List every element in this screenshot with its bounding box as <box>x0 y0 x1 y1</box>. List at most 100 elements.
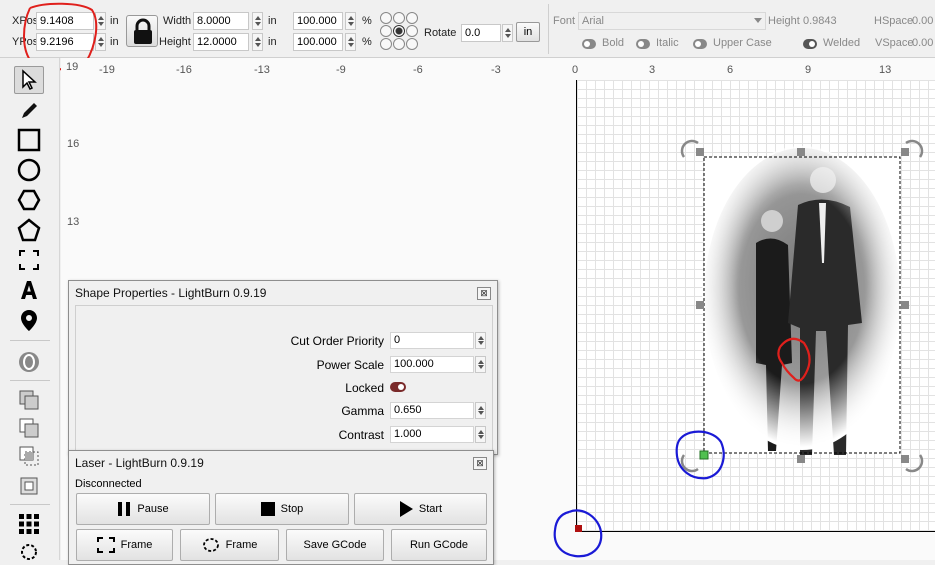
palette-divider <box>10 340 50 341</box>
draw-lines-tool[interactable] <box>14 96 44 124</box>
origin-bottom-right[interactable] <box>406 38 418 50</box>
save-gcode-label: Save GCode <box>303 539 367 551</box>
ruler-x-label: 9 <box>805 64 812 76</box>
locked-toggle[interactable] <box>390 382 406 392</box>
font-label: Font <box>553 15 576 27</box>
bold-label: Bold <box>602 37 625 49</box>
close-icon[interactable]: ⊠ <box>477 287 491 300</box>
ruler-x-label: 6 <box>727 64 734 76</box>
boolean-subtract-tool[interactable] <box>14 414 44 442</box>
scale-width-unit: % <box>362 15 372 27</box>
contrast-spinner[interactable] <box>475 426 486 443</box>
units-in-button[interactable]: in <box>516 22 540 42</box>
frame-circle-button[interactable]: Frame <box>180 529 279 561</box>
origin-middle-right[interactable] <box>406 25 418 37</box>
crop-corners-icon <box>19 250 39 270</box>
origin-top-center[interactable] <box>393 12 405 24</box>
select-tool[interactable] <box>14 66 44 94</box>
height-spinner[interactable] <box>252 33 263 51</box>
gamma-label: Gamma <box>341 404 384 418</box>
subtract-squares-icon <box>19 418 39 438</box>
start-button[interactable]: Start <box>354 493 487 525</box>
text-a-icon <box>21 281 37 299</box>
scale-height-unit: % <box>362 36 372 48</box>
height-label: Height <box>159 36 191 48</box>
play-icon <box>399 501 413 517</box>
italic-toggle[interactable] <box>636 39 650 49</box>
ruler-x-label: -6 <box>413 64 423 76</box>
frame-square-icon <box>96 537 115 553</box>
rotate-spinner[interactable] <box>502 24 513 42</box>
cut-order-priority-input[interactable]: 0 <box>390 332 474 349</box>
ruler-y-label: 16 <box>67 138 80 150</box>
map-pin-icon <box>21 310 37 331</box>
chevron-down-icon <box>754 18 762 23</box>
origin-top-left[interactable] <box>380 12 392 24</box>
gamma-spinner[interactable] <box>475 402 486 419</box>
font-select[interactable]: Arial <box>578 12 766 30</box>
ellipse-tool[interactable] <box>14 156 44 184</box>
welded-toggle[interactable] <box>803 39 817 49</box>
stop-button[interactable]: Stop <box>215 493 349 525</box>
gamma-input[interactable]: 0.650 <box>390 402 474 419</box>
upper-case-toggle[interactable] <box>693 39 707 49</box>
palette-divider <box>10 380 50 381</box>
scale-width-spinner[interactable] <box>345 12 356 30</box>
origin-bottom-left[interactable] <box>380 38 392 50</box>
scale-width-input[interactable]: 100.000 <box>293 12 343 30</box>
rotate-label: Rotate <box>424 27 457 39</box>
position-marker-tool[interactable] <box>14 306 44 334</box>
origin-center[interactable] <box>393 25 405 37</box>
frame-circle-label: Frame <box>225 539 258 551</box>
origin-middle-left[interactable] <box>380 25 392 37</box>
contrast-input[interactable]: 1.000 <box>390 426 474 443</box>
width-spinner[interactable] <box>252 12 263 30</box>
origin-selector[interactable] <box>380 12 420 52</box>
scale-height-input[interactable]: 100.000 <box>293 33 343 51</box>
vspace-value[interactable]: 0.00 <box>912 37 933 49</box>
position-laser-tool[interactable] <box>14 246 44 274</box>
xpos-unit: in <box>110 15 119 27</box>
bold-toggle[interactable] <box>582 39 596 49</box>
text-tool[interactable] <box>14 276 44 304</box>
boolean-intersect-tool[interactable] <box>14 442 44 470</box>
height-input[interactable]: 12.0000 <box>193 33 249 51</box>
width-input[interactable]: 8.0000 <box>193 12 249 30</box>
rotate-input[interactable]: 0.0 <box>461 24 501 42</box>
width-label: Width <box>163 15 192 27</box>
grid-array-tool[interactable] <box>14 510 44 538</box>
boolean-union-tool[interactable] <box>14 386 44 414</box>
stop-icon <box>260 502 275 516</box>
circle-icon <box>17 158 41 182</box>
run-gcode-button[interactable]: Run GCode <box>391 529 487 561</box>
ruler-y-label: 19 <box>66 61 79 73</box>
power-scale-spinner[interactable] <box>475 356 486 373</box>
power-scale-input[interactable]: 100.000 <box>390 356 474 373</box>
text-height-value[interactable]: 0.9843 <box>803 15 837 27</box>
origin-bottom-center[interactable] <box>393 38 405 50</box>
offset-tool[interactable] <box>14 348 44 376</box>
pentagon-tool[interactable] <box>14 216 44 244</box>
locked-label: Locked <box>345 381 384 395</box>
polygon-tool[interactable] <box>14 186 44 214</box>
scale-height-spinner[interactable] <box>345 33 356 51</box>
weld-squares-icon <box>20 477 38 495</box>
save-gcode-button[interactable]: Save GCode <box>286 529 384 561</box>
ruler-x-label: -13 <box>254 64 270 76</box>
lock-aspect-button[interactable] <box>126 15 158 47</box>
toolbar-separator <box>548 4 549 54</box>
hspace-value[interactable]: 0.00 <box>912 15 933 27</box>
font-select-value: Arial <box>582 15 605 27</box>
weld-tool[interactable] <box>14 472 44 500</box>
close-icon[interactable]: ⊠ <box>473 457 487 470</box>
rectangle-tool[interactable] <box>14 126 44 154</box>
vspace-label: VSpace <box>875 37 914 49</box>
pause-button[interactable]: Pause <box>76 493 210 525</box>
pentagon-icon <box>17 218 41 242</box>
frame-rect-button[interactable]: Frame <box>76 529 173 561</box>
cut-order-priority-spinner[interactable] <box>475 332 486 349</box>
origin-top-right[interactable] <box>406 12 418 24</box>
ruler-x-label: -3 <box>491 64 501 76</box>
ruler-x-label: -19 <box>99 64 115 76</box>
laser-window: Laser - LightBurn 0.9.19 ⊠ Disconnected … <box>68 450 494 565</box>
